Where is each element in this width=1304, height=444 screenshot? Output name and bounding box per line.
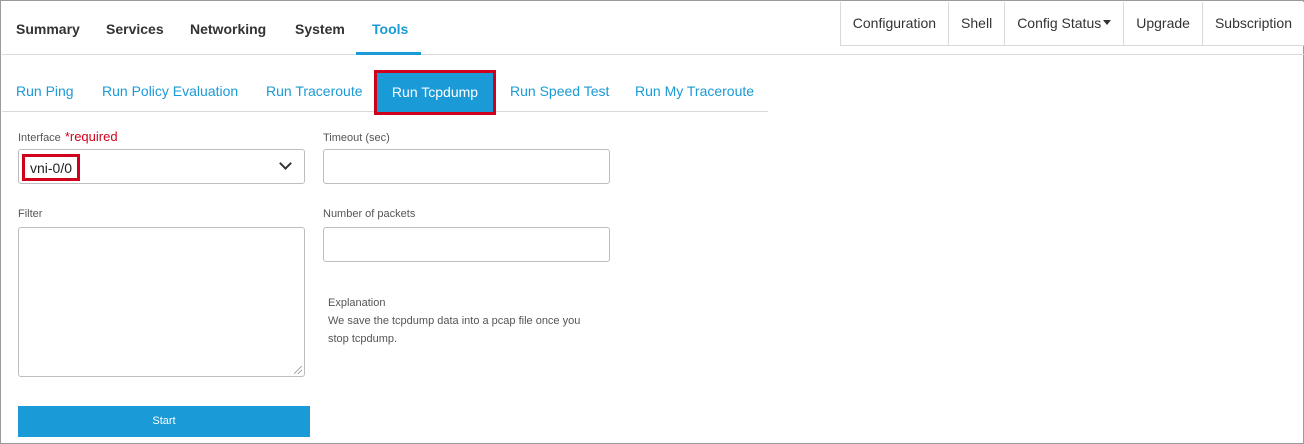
top-navigation: Summary Services Networking System Tools… xyxy=(2,2,1304,55)
tools-subtabs: Run Ping Run Policy Evaluation Run Trace… xyxy=(2,69,768,115)
tab-networking[interactable]: Networking xyxy=(190,2,266,55)
subtab-run-ping[interactable]: Run Ping xyxy=(16,69,74,112)
tab-services[interactable]: Services xyxy=(106,2,164,55)
config-status-dropdown[interactable]: Config Status xyxy=(1005,2,1125,45)
start-button[interactable]: Start xyxy=(18,406,310,437)
explanation-line-1: We save the tcpdump data into a pcap fil… xyxy=(328,315,581,327)
interface-label-text: Interface xyxy=(18,132,61,144)
subtab-run-traceroute[interactable]: Run Traceroute xyxy=(266,69,363,112)
subtab-run-policy-evaluation[interactable]: Run Policy Evaluation xyxy=(102,69,238,112)
active-tab-indicator xyxy=(356,52,421,55)
config-status-label: Config Status xyxy=(1017,15,1102,31)
shell-button[interactable]: Shell xyxy=(949,2,1006,45)
timeout-label: Timeout (sec) xyxy=(323,132,390,144)
tab-summary[interactable]: Summary xyxy=(16,2,80,55)
chevron-down-icon xyxy=(279,157,292,170)
interface-selected-value: vni-0/0 xyxy=(22,154,81,181)
configuration-button[interactable]: Configuration xyxy=(840,2,950,45)
tab-system[interactable]: System xyxy=(295,2,345,55)
interface-select[interactable]: vni-0/0 xyxy=(18,149,305,184)
timeout-input[interactable] xyxy=(323,149,610,184)
explanation-title: Explanation xyxy=(328,297,386,309)
packets-input[interactable] xyxy=(323,227,610,262)
filter-label: Filter xyxy=(18,208,43,220)
filter-textarea[interactable] xyxy=(18,227,305,377)
required-indicator: *required xyxy=(64,129,118,144)
interface-label: Interface *required xyxy=(18,129,118,144)
subscription-button[interactable]: Subscription xyxy=(1202,2,1304,45)
resize-grip-icon[interactable] xyxy=(294,366,302,374)
explanation-block: Explanation We save the tcpdump data int… xyxy=(328,294,618,348)
tools-page: Summary Services Networking System Tools… xyxy=(0,0,1304,444)
subtab-run-my-traceroute[interactable]: Run My Traceroute xyxy=(635,69,754,112)
upgrade-button[interactable]: Upgrade xyxy=(1124,2,1203,45)
caret-down-icon xyxy=(1103,20,1112,25)
toolbar-button-group: Configuration Shell Config Status Upgrad… xyxy=(839,2,1304,46)
tab-tools[interactable]: Tools xyxy=(372,2,408,55)
explanation-line-2: stop tcpdump. xyxy=(328,333,398,345)
subtab-run-tcpdump[interactable]: Run Tcpdump xyxy=(374,70,496,115)
packets-label: Number of packets xyxy=(323,208,416,220)
subtab-run-speed-test[interactable]: Run Speed Test xyxy=(510,69,609,112)
